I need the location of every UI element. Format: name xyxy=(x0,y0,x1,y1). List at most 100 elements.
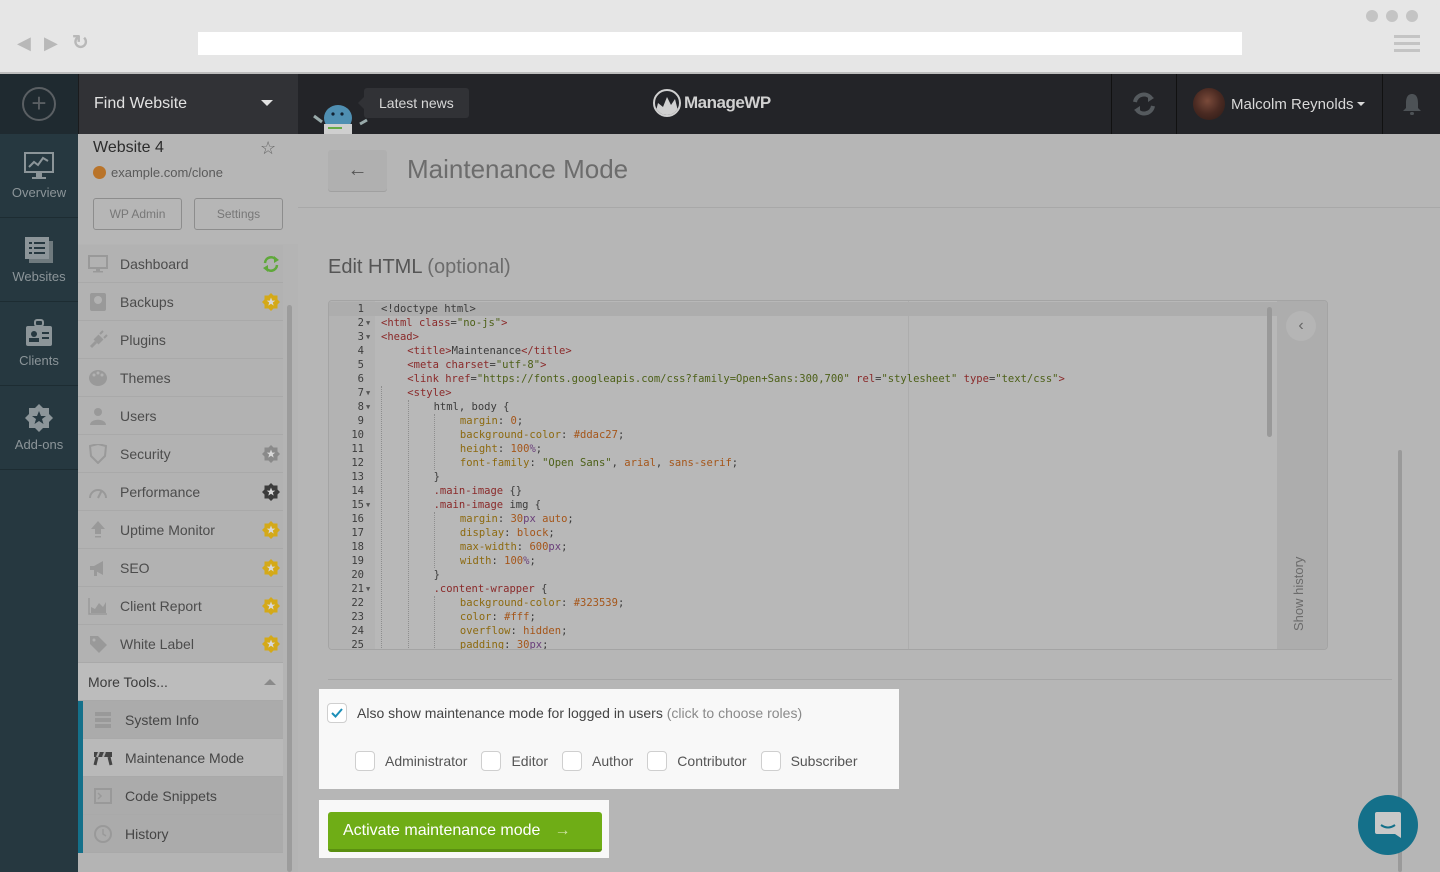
indent-guide xyxy=(433,414,435,470)
code-line[interactable]: 24 overflow: hidden; xyxy=(329,624,1277,638)
logged-in-checkbox[interactable] xyxy=(327,703,347,723)
code-line[interactable]: 15 ▼ .main-image img { xyxy=(329,498,1277,512)
role-checkbox[interactable] xyxy=(760,751,781,771)
role-contributor[interactable]: Contributor xyxy=(647,751,747,771)
logged-in-checkbox-row[interactable]: Also show maintenance mode for logged in… xyxy=(327,703,802,723)
sidebar-subitem-system-info[interactable]: System Info xyxy=(83,701,283,739)
editor-scrollbar[interactable] xyxy=(1267,307,1272,437)
sidebar-subitem-code-snippets[interactable]: Code Snippets xyxy=(83,777,283,815)
code-line[interactable]: 23 color: #fff; xyxy=(329,610,1277,624)
code-line[interactable]: 10 background-color: #ddac27; xyxy=(329,428,1277,442)
role-administrator[interactable]: Administrator xyxy=(355,751,467,771)
role-checkbox[interactable] xyxy=(355,751,375,771)
wp-admin-button[interactable]: WP Admin xyxy=(93,198,182,230)
code-line[interactable]: 6 <link href="https://fonts.googleapis.co… xyxy=(329,372,1277,386)
code-line[interactable]: 25 padding: 30px; xyxy=(329,638,1277,649)
sidebar-item-security[interactable]: Security xyxy=(78,435,283,473)
fold-toggle-icon[interactable]: ▼ xyxy=(366,316,370,330)
code-line[interactable]: 14 .main-image {} xyxy=(329,484,1277,498)
code-line[interactable]: 19 width: 100%; xyxy=(329,554,1277,568)
sidebar-item-client-report[interactable]: Client Report xyxy=(78,587,283,625)
back-button[interactable]: ← xyxy=(328,150,387,191)
show-history-label[interactable]: Show history xyxy=(1291,557,1306,631)
code-line[interactable]: 2 ▼ <html class="no-js"> xyxy=(329,316,1277,330)
notifications-button[interactable] xyxy=(1384,74,1440,134)
code-line[interactable]: 11 height: 100%; xyxy=(329,442,1277,456)
bell-icon xyxy=(1403,94,1421,115)
sidebar-item-users[interactable]: Users xyxy=(78,397,283,435)
window-dot xyxy=(1406,10,1418,22)
code-line[interactable]: 4 <title>Maintenance</title> xyxy=(329,344,1277,358)
sidebar-item-label: Security xyxy=(120,445,171,462)
fold-toggle-icon[interactable]: ▼ xyxy=(366,330,370,344)
line-number: 21 xyxy=(351,583,364,595)
rail-item-overview[interactable]: Overview xyxy=(0,134,78,218)
role-checkbox[interactable] xyxy=(481,751,502,771)
back-triangle-icon[interactable]: ◀ xyxy=(17,34,31,52)
sidebar-item-uptime-monitor[interactable]: Uptime Monitor xyxy=(78,511,283,549)
add-website-button[interactable]: + xyxy=(0,74,78,134)
terminal-icon xyxy=(92,785,114,807)
line-number: 11 xyxy=(351,443,364,455)
code-line[interactable]: 18 max-width: 600px; xyxy=(329,540,1277,554)
find-website-dropdown[interactable]: Find Website xyxy=(78,74,298,134)
sidebar-item-seo[interactable]: SEO xyxy=(78,549,283,587)
sidebar-subitem-history[interactable]: History xyxy=(83,815,283,853)
latest-news-button[interactable]: Latest news xyxy=(358,88,469,118)
fold-toggle-icon[interactable]: ▼ xyxy=(366,400,370,414)
fold-toggle-icon[interactable]: ▼ xyxy=(366,582,370,596)
history-toggle-button[interactable]: ‹ xyxy=(1286,311,1316,341)
code-line[interactable]: 12 font-family: "Open Sans", arial, sans-… xyxy=(329,456,1277,470)
site-url[interactable]: example.com/clone xyxy=(93,165,223,180)
code-line[interactable]: 8 ▼ html, body { xyxy=(329,400,1277,414)
code-text: .main-image {} xyxy=(433,485,523,497)
sidebar-subitem-maintenance-mode[interactable]: Maintenance Mode xyxy=(83,739,283,777)
reload-icon[interactable]: ↻ xyxy=(72,33,89,53)
code-line[interactable]: 3 ▼ <head> xyxy=(329,330,1277,344)
sidebar-item-plugins[interactable]: Plugins xyxy=(78,321,283,359)
user-menu[interactable]: Malcolm Reynolds xyxy=(1177,74,1383,134)
code-line[interactable]: 21 ▼ .content-wrapper { xyxy=(329,582,1277,596)
code-line[interactable]: 5 <meta charset="utf-8"> xyxy=(329,358,1277,372)
code-line[interactable]: 13} xyxy=(329,470,1277,484)
role-subscriber[interactable]: Subscriber xyxy=(760,751,857,771)
chat-button[interactable] xyxy=(1358,795,1418,855)
code-area[interactable]: 1 <!doctype html> 2 ▼ <html class="no-js"> 3 ▼… xyxy=(329,301,1277,649)
sidebar-item-white-label[interactable]: White Label xyxy=(78,625,283,663)
line-number: 12 xyxy=(351,457,364,469)
sidebar-item-performance[interactable]: Performance xyxy=(78,473,283,511)
sidebar-item-themes[interactable]: Themes xyxy=(78,359,283,397)
sync-button[interactable] xyxy=(1111,74,1177,134)
address-bar[interactable] xyxy=(198,32,1242,55)
role-author[interactable]: Author xyxy=(562,751,633,771)
code-line[interactable]: 9 margin: 0; xyxy=(329,414,1277,428)
role-checkbox[interactable] xyxy=(562,751,583,771)
role-editor[interactable]: Editor xyxy=(481,751,548,771)
hamburger-icon[interactable] xyxy=(1394,35,1420,56)
settings-button[interactable]: Settings xyxy=(194,198,283,230)
history-panel[interactable]: ‹ Show history xyxy=(1277,301,1327,649)
rail-item-clients[interactable]: Clients xyxy=(0,302,78,386)
code-line[interactable]: 16 margin: 30px auto; xyxy=(329,512,1277,526)
managewp-logo[interactable]: ManageWP xyxy=(653,89,771,117)
code-line[interactable]: 7 ▼ <style> xyxy=(329,386,1277,400)
sidebar-scrollbar[interactable] xyxy=(287,305,292,872)
more-tools-toggle[interactable]: More Tools... xyxy=(78,663,283,701)
rail-item-addons[interactable]: Add-ons xyxy=(0,386,78,470)
code-line[interactable]: 22 background-color: #323539; xyxy=(329,596,1277,610)
html-code-editor[interactable]: 1 <!doctype html> 2 ▼ <html class="no-js"> 3 ▼… xyxy=(328,300,1328,650)
activate-maintenance-button[interactable]: Activate maintenance mode → xyxy=(328,812,602,852)
fold-toggle-icon[interactable]: ▼ xyxy=(366,498,370,512)
shield-icon xyxy=(87,443,109,465)
role-checkbox[interactable] xyxy=(647,751,668,771)
sidebar-item-dashboard[interactable]: Dashboard xyxy=(78,245,283,283)
favorite-star-icon[interactable]: ☆ xyxy=(260,138,276,159)
sidebar-item-backups[interactable]: Backups xyxy=(78,283,283,321)
fold-toggle-icon[interactable]: ▼ xyxy=(366,386,370,400)
forward-triangle-icon[interactable]: ▶ xyxy=(44,34,58,52)
server-icon xyxy=(92,709,114,731)
code-line[interactable]: 1 <!doctype html> xyxy=(329,302,1277,316)
code-line[interactable]: 20} xyxy=(329,568,1277,582)
rail-item-websites[interactable]: Websites xyxy=(0,218,78,302)
code-line[interactable]: 17 display: block; xyxy=(329,526,1277,540)
